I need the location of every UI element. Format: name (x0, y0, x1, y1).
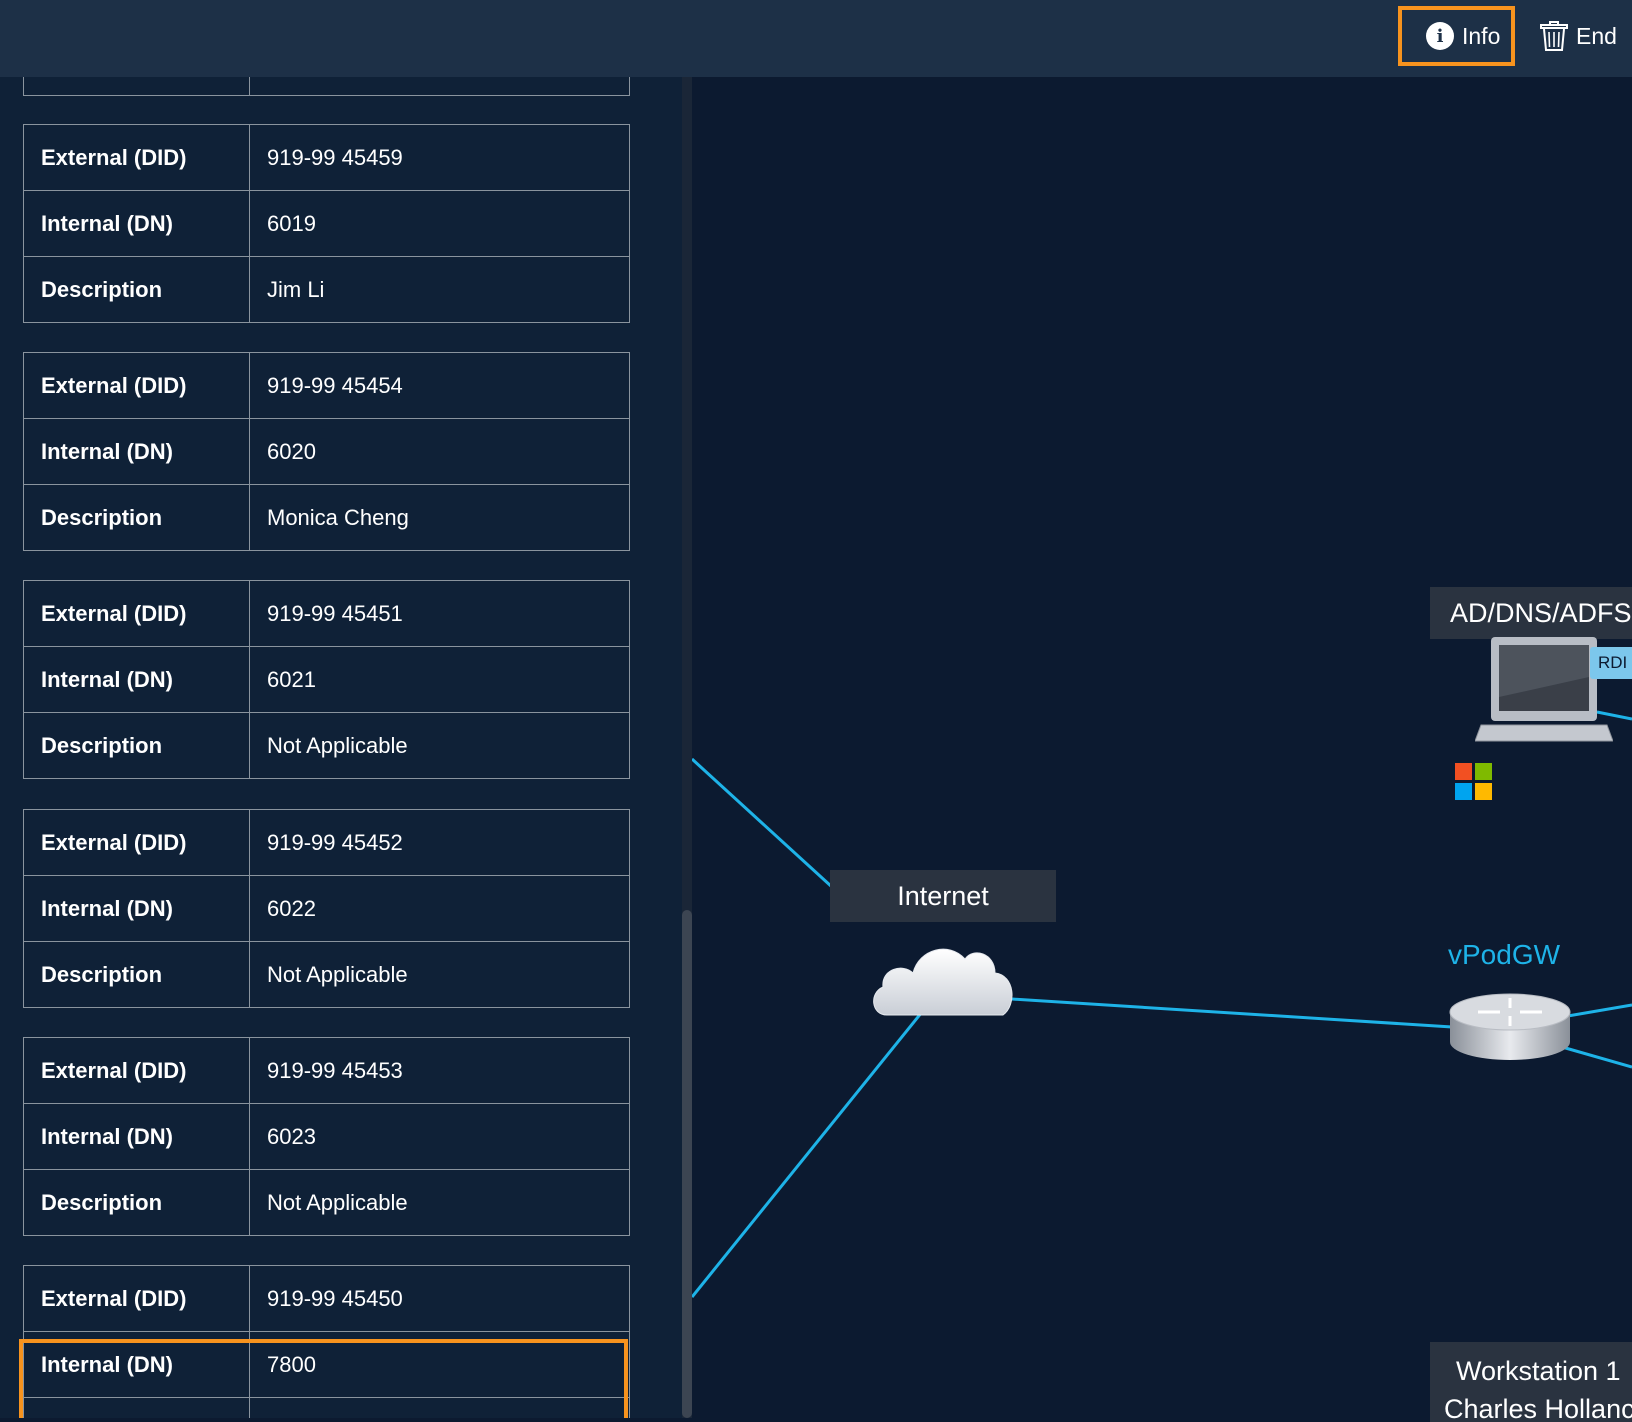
row-label: Internal (DN) (23, 1331, 250, 1398)
row-value: Not Applicable (249, 712, 630, 779)
workstation-user: Charles Hollanc (1444, 1394, 1632, 1422)
topology-diagram: Internet vPodGW AD/DNS/ADFS RDI Workstat… (692, 77, 1632, 1422)
vpodgw-label: vPodGW (1448, 939, 1561, 970)
row-value: 6022 (249, 875, 630, 942)
trash-icon (1540, 21, 1568, 51)
table-row: External (DID) 919-99 45459 (23, 124, 630, 191)
info-icon: i (1426, 22, 1454, 50)
table-row: Description Not Applicable (23, 1169, 630, 1236)
table-row: Internal (DN) 6019 (23, 190, 630, 257)
table-row: External (DID) 919-99 45453 (23, 1037, 630, 1104)
table-row: Internal (DN) 7800 (23, 1331, 630, 1398)
table-row: Description Jim Li (23, 256, 630, 323)
row-value: 919-99 45454 (249, 352, 630, 419)
table-row: Internal (DN) 6022 (23, 875, 630, 942)
did-table-partial (23, 77, 630, 96)
row-label: External (DID) (23, 1265, 250, 1332)
link-vpodgw-right-down (1561, 1045, 1632, 1069)
ad-dns-adfs-label: AD/DNS/ADFS (1430, 587, 1632, 639)
row-label: Internal (DN) (23, 1103, 250, 1170)
workstation-name: Workstation 1 (1456, 1356, 1621, 1386)
link-internet-vpodgw (1011, 997, 1453, 1029)
table-row: Internal (DN) 6021 (23, 646, 630, 713)
row-value: 919-99 45450 (249, 1265, 630, 1332)
did-table: External (DID) 919-99 45454 Internal (DN… (23, 352, 630, 551)
cloud-icon[interactable] (869, 927, 1019, 1019)
info-button[interactable]: i Info (1398, 6, 1515, 66)
row-label: Description (23, 484, 250, 551)
row-label: External (DID) (23, 124, 250, 191)
end-button-label: End (1576, 22, 1617, 49)
row-label: External (DID) (23, 809, 250, 876)
table-row: External (DID) 919-99 45450 (23, 1265, 630, 1332)
end-button[interactable]: End (1540, 6, 1632, 66)
scrollbar-thumb[interactable] (682, 910, 692, 1418)
row-label: Internal (DN) (23, 418, 250, 485)
row-value: 6020 (249, 418, 630, 485)
row-label: Internal (DN) (23, 190, 250, 257)
rdp-badge[interactable]: RDI (1590, 647, 1632, 679)
row-label: Description (23, 256, 250, 323)
row-value: Not Applicable (249, 941, 630, 1008)
info-button-label: Info (1462, 22, 1501, 49)
table-row: External (DID) 919-99 45451 (23, 580, 630, 647)
row-value: 6019 (249, 190, 630, 257)
workstation-label: Workstation 1 Charles Hollanc (1430, 1342, 1632, 1422)
did-table: External (DID) 919-99 45453 Internal (DN… (23, 1037, 630, 1236)
table-row: Description Not Applicable (23, 941, 630, 1008)
top-toolbar: i Info End (0, 0, 1632, 77)
row-value: 919-99 45451 (249, 580, 630, 647)
did-list-panel: External (DID) 919-99 45459 Internal (DN… (0, 77, 682, 1418)
row-value: 919-99 45459 (249, 124, 630, 191)
did-table: External (DID) 919-99 45452 Internal (DN… (23, 809, 630, 1008)
row-value: 919-99 45453 (249, 1037, 630, 1104)
row-label: External (DID) (23, 352, 250, 419)
table-row: External (DID) 919-99 45454 (23, 352, 630, 419)
did-table: External (DID) 919-99 45459 Internal (DN… (23, 124, 630, 323)
link-internet-lower (692, 1011, 924, 1298)
row-value: Monica Cheng (249, 484, 630, 551)
row-value: 6021 (249, 646, 630, 713)
row-value: 919-99 45452 (249, 809, 630, 876)
row-label: Internal (DN) (23, 646, 250, 713)
row-label: Description (23, 712, 250, 779)
did-table: External (DID) 919-99 45451 Internal (DN… (23, 580, 630, 779)
table-row: Description Not Applicable (23, 712, 630, 779)
row-label: Description (23, 1169, 250, 1236)
row-label: Description (23, 941, 250, 1008)
table-row: Internal (DN) 6023 (23, 1103, 630, 1170)
row-value: 6023 (249, 1103, 630, 1170)
did-table-highlighted: External (DID) 919-99 45450 Internal (DN… (23, 1265, 630, 1418)
router-icon[interactable] (1448, 992, 1572, 1064)
link-internet-upper (692, 757, 834, 889)
internet-label: Internet (830, 870, 1056, 922)
table-row: Internal (DN) 6020 (23, 418, 630, 485)
link-vpodgw-right-up (1561, 1003, 1632, 1019)
row-label: External (DID) (23, 1037, 250, 1104)
table-row: Description Monica Cheng (23, 484, 630, 551)
row-value: Jim Li (249, 256, 630, 323)
table-row: External (DID) 919-99 45452 (23, 809, 630, 876)
row-label: External (DID) (23, 580, 250, 647)
row-value: 7800 (249, 1331, 630, 1398)
windows-logo-icon (1455, 763, 1492, 800)
row-label: Internal (DN) (23, 875, 250, 942)
row-value: Not Applicable (249, 1169, 630, 1236)
